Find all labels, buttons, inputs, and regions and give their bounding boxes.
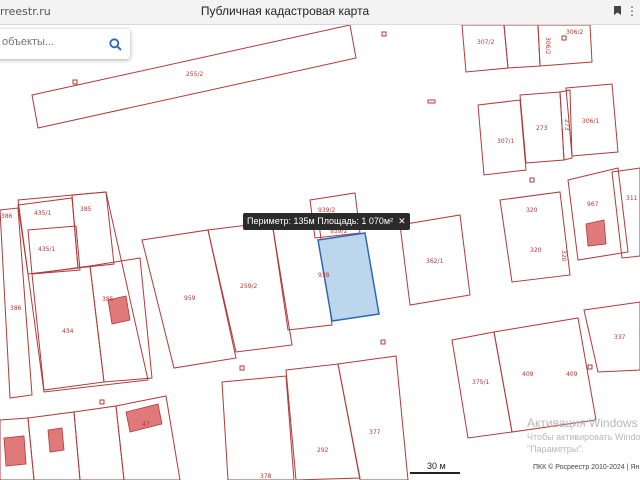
label-409b: 409: [566, 371, 578, 378]
search-box: [0, 29, 130, 59]
label-385a: 385: [80, 206, 92, 213]
label-307-1: 307/1: [497, 138, 514, 145]
label-362-1: 362/1: [426, 258, 443, 265]
parcel-967: [567, 167, 629, 261]
label-255-2: 255/2: [186, 71, 203, 78]
menu-icon[interactable]: ⋮: [626, 4, 638, 18]
label-292: 292: [317, 447, 329, 454]
close-icon[interactable]: ✕: [398, 216, 406, 226]
label-306-2a: 306/2: [544, 37, 551, 54]
label-435-1b: 435/1: [38, 246, 55, 253]
parcel-320: [499, 191, 571, 283]
label-337: 337: [614, 334, 626, 341]
watermark-line3: "Параметры".: [527, 444, 584, 454]
cadastral-map[interactable]: 255/2 307/2 306/2 306/2 307/1 273 273 30…: [0, 25, 640, 480]
parcel-bottom-left-3: [73, 405, 125, 480]
measurement-tooltip: Периметр: 135м Площадь: 1 070м² ✕: [243, 213, 410, 230]
parcel-311: [611, 167, 640, 259]
label-435-1a: 435/1: [34, 210, 51, 217]
label-306-1: 306/1: [582, 118, 599, 125]
label-320c: 320: [560, 250, 567, 262]
building-bottom-left: [3, 435, 27, 467]
building-bottom-left-2: [47, 427, 65, 453]
label-273b: 273: [563, 119, 570, 131]
search-input[interactable]: [0, 35, 104, 49]
label-378: 378: [260, 473, 272, 480]
measurement-text: Периметр: 135м Площадь: 1 070м²: [247, 216, 394, 226]
scale-bar: 30 м: [410, 461, 460, 474]
scale-label: 30 м: [427, 461, 446, 471]
building-967: [585, 219, 607, 247]
label-320a: 320: [526, 207, 538, 214]
browser-topbar: rreestr.ru Публичная кадастровая карта ⋮: [0, 0, 640, 25]
label-47: 47: [142, 421, 150, 428]
label-259-2: 259/2: [240, 283, 257, 290]
page-title: Публичная кадастровая карта: [200, 4, 370, 18]
label-375-1: 375/1: [472, 379, 489, 386]
parcel-386a: [0, 207, 33, 399]
label-320b: 320: [530, 247, 542, 254]
label-959: 959: [184, 295, 196, 302]
parcel-306-2a: [503, 25, 541, 69]
label-938: 938: [318, 272, 330, 279]
parcel-378: [221, 375, 295, 480]
label-434: 434: [62, 328, 74, 335]
copyright-text: ПКК © Росреестр 2010-2024 | Ян: [533, 464, 640, 471]
parcel-337: [583, 301, 640, 373]
label-386b: 386: [10, 305, 22, 312]
block-left: [17, 191, 149, 393]
label-306-2b: 306/2: [566, 29, 583, 36]
label-967: 967: [587, 201, 599, 208]
label-377: 377: [369, 429, 381, 436]
label-273a: 273: [536, 125, 548, 132]
label-386a: 386: [1, 213, 13, 220]
parcel-307-2: [461, 25, 509, 73]
parcel-409: [493, 317, 597, 433]
label-409a: 409: [522, 371, 534, 378]
search-icon[interactable]: [109, 36, 122, 55]
watermark-line2: Чтобы активировать Windows: [527, 432, 640, 442]
bookmark-icon[interactable]: [613, 5, 622, 19]
scale-line: [410, 472, 460, 474]
watermark-line1: Активация Windows: [527, 416, 638, 430]
parcel-377: [337, 355, 409, 480]
label-311: 311: [626, 195, 638, 202]
label-307-2: 307/2: [477, 39, 494, 46]
label-385b: 385: [102, 296, 114, 303]
